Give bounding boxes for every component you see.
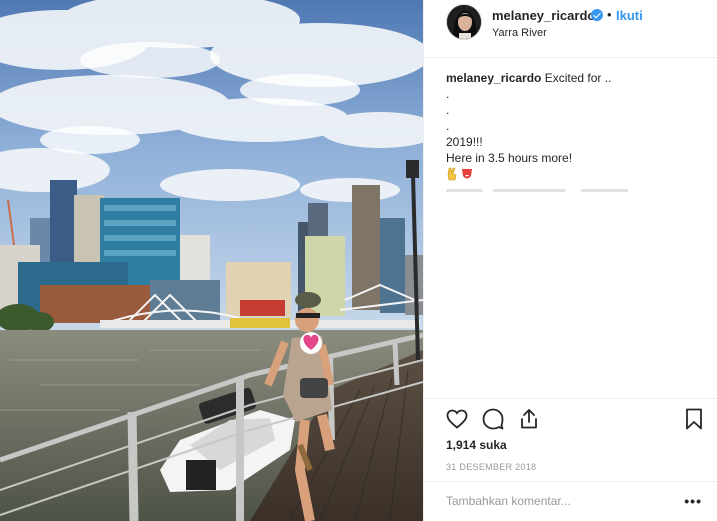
post-photo[interactable] xyxy=(0,0,423,521)
caption-emoji-row xyxy=(446,167,706,185)
action-bar xyxy=(424,398,717,442)
more-options-icon[interactable]: ••• xyxy=(684,494,702,508)
post-author-username[interactable]: melaney_ricardo xyxy=(492,8,595,23)
caption-text: Excited for .. xyxy=(544,71,612,85)
truncated-comment-line xyxy=(446,189,706,192)
photo-illustration xyxy=(0,0,423,521)
separator-dot: • xyxy=(607,7,612,22)
caption-line: Here in 3.5 hours more! xyxy=(446,151,573,165)
follow-button[interactable]: Ikuti xyxy=(616,8,643,23)
verified-badge-icon xyxy=(591,9,603,21)
post-location[interactable]: Yarra River xyxy=(492,27,547,39)
add-comment-section: ••• xyxy=(424,481,717,521)
likes-count[interactable]: 1,914 suka xyxy=(446,438,507,452)
caption-username[interactable]: melaney_ricardo xyxy=(446,71,541,85)
post-sidebar: melaney_ricardo • Ikuti Yarra River mela… xyxy=(423,0,717,521)
post-header: melaney_ricardo • Ikuti Yarra River xyxy=(424,0,717,58)
caption-line: 2019!!! xyxy=(446,135,483,149)
caption-line: . xyxy=(446,103,450,117)
bookmark-icon[interactable] xyxy=(682,407,706,431)
avatar-image xyxy=(447,5,481,39)
heart-outline-icon[interactable] xyxy=(445,407,469,431)
post-date: 31 DESEMBER 2018 xyxy=(446,462,537,472)
caption-area: melaney_ricardo Excited for .. . . . 201… xyxy=(446,70,706,192)
share-icon[interactable] xyxy=(517,407,541,431)
caption-line: . xyxy=(446,87,450,101)
victory-hand-icon xyxy=(446,167,458,185)
tongue-face-icon xyxy=(460,167,474,185)
speech-bubble-icon[interactable] xyxy=(481,407,505,431)
avatar[interactable] xyxy=(446,4,482,40)
caption-first-line: melaney_ricardo Excited for .. xyxy=(446,70,706,86)
comment-input[interactable] xyxy=(446,494,666,508)
caption-line: . xyxy=(446,119,450,133)
